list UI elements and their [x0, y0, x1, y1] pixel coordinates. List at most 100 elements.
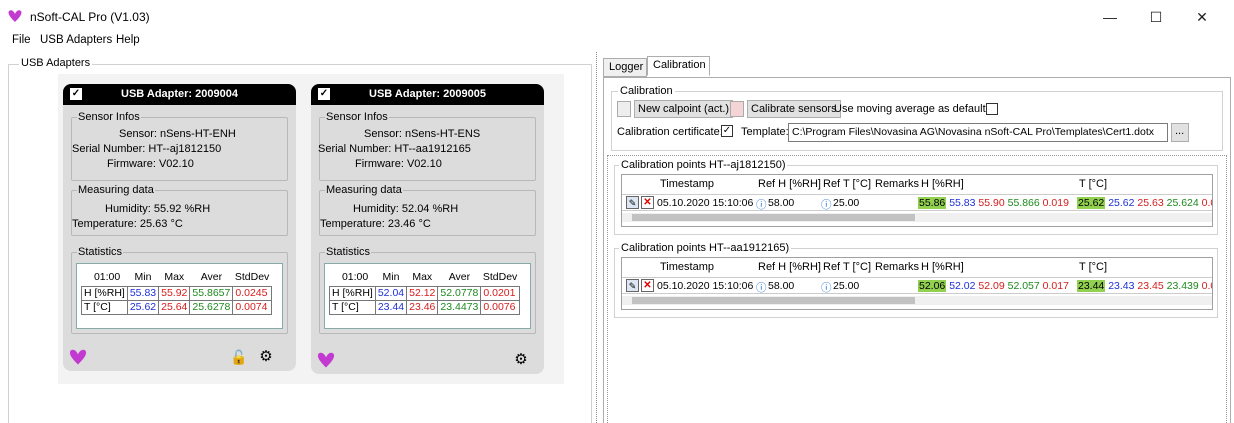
stats-stddev: 0.0201: [480, 285, 520, 301]
cell-h-values: 52.06 52.02 52.09 52.057 0.017: [918, 280, 1069, 292]
info-icon: ⓘ: [756, 199, 767, 211]
stats-aver: 23.4473: [437, 299, 482, 315]
stats-aver: 55.8657: [189, 285, 234, 301]
cell-t-values: 23.44 23.43 23.45 23.439 0.0: [1077, 280, 1212, 292]
settings-gear-icon[interactable]: ⚙: [256, 347, 276, 367]
stats-min: 23.44: [374, 299, 408, 315]
template-label: Template:: [741, 126, 789, 138]
menu-help[interactable]: Help: [116, 34, 140, 46]
stats-row-label: H [%RH]: [329, 285, 376, 301]
cell-timestamp: 05.10.2020 15:10:06: [657, 280, 754, 292]
stats-col-stddev: StdDev: [482, 270, 518, 283]
edit-pencil-icon[interactable]: ✎: [626, 279, 639, 292]
unlock-icon[interactable]: 🔓: [229, 347, 249, 367]
menu-file[interactable]: File: [12, 34, 31, 46]
cell-ref-h[interactable]: 58.00: [768, 197, 794, 209]
stats-max: 52.12: [406, 285, 439, 301]
sensor-info-section: Sensor Infos Sensor: nSens-HT-ENH Serial…: [71, 111, 288, 181]
t-current: 25.62: [1077, 197, 1106, 209]
horizontal-scrollbar[interactable]: [622, 213, 1212, 222]
t-max: 23.45: [1137, 280, 1164, 292]
cell-ref-t[interactable]: 25.00: [833, 280, 859, 292]
splitter[interactable]: [596, 52, 597, 423]
t-stddev: 0.0: [1201, 280, 1212, 292]
measuring-data-section: Measuring data Humidity: 55.92 %RH Tempe…: [71, 184, 288, 236]
delete-x-icon[interactable]: ✕: [641, 279, 654, 292]
moving-avg-label: Use moving average as default:: [834, 103, 989, 115]
maximize-button[interactable]: ☐: [1136, 4, 1176, 30]
template-path-input[interactable]: C:\Program Files\Novasina AG\Novasina nS…: [788, 123, 1168, 142]
stats-col-stddev: StdDev: [234, 270, 270, 283]
close-button[interactable]: ✕: [1182, 4, 1222, 30]
statistics-table: 01:00 Min Max Aver StdDev H [%RH] 52.04 …: [329, 268, 520, 315]
info-icon: ⓘ: [756, 282, 767, 294]
calpoint-grid: Timestamp Ref H [%RH] Ref T [°C] Remarks H […: [621, 174, 1213, 227]
title-bar: nSoft-CAL Pro (V1.03) — ☐ ✕: [0, 0, 1234, 32]
adapter-card: ✓ USB Adapter: 2009004 Sensor Infos Sens…: [63, 84, 296, 371]
t-aver: 23.439: [1166, 280, 1199, 292]
menu-usb-adapters[interactable]: USB Adapters: [40, 34, 112, 46]
sensor-name: Sensor: nSens-HT-ENH: [119, 128, 236, 140]
new-calpoint-button[interactable]: New calpoint (act.): [634, 100, 734, 118]
cert-checkbox[interactable]: ✓: [721, 125, 733, 137]
info-icon: ⓘ: [821, 199, 832, 211]
t-min: 25.62: [1108, 197, 1135, 209]
browse-button[interactable]: ...: [1171, 123, 1189, 142]
stats-min: 55.83: [126, 285, 160, 301]
horizontal-scrollbar[interactable]: [622, 296, 1212, 305]
firmware-version: Firmware: V02.10: [107, 158, 194, 170]
tab-logger[interactable]: Logger: [603, 58, 647, 77]
cell-ref-t[interactable]: 25.00: [833, 197, 859, 209]
novasina-logo-icon[interactable]: [316, 350, 336, 370]
settings-gear-icon[interactable]: ⚙: [511, 350, 531, 370]
stats-aver: 25.6278: [189, 299, 234, 315]
measuring-data-legend: Measuring data: [325, 184, 403, 196]
moving-avg-checkbox[interactable]: [986, 103, 998, 115]
adapter-header: ✓ USB Adapter: 2009004: [63, 84, 296, 105]
calibration-legend: Calibration: [618, 85, 675, 97]
sensor-info-legend: Sensor Infos: [325, 111, 389, 123]
firmware-version: Firmware: V02.10: [355, 158, 442, 170]
menu-bar: File USB Adapters Help: [0, 32, 1234, 50]
stats-col-aver: Aver: [200, 270, 223, 283]
cell-ref-h[interactable]: 58.00: [768, 280, 794, 292]
h-current: 52.06: [918, 280, 947, 292]
cert-label: Calibration certificate:: [617, 126, 723, 138]
h-min: 52.02: [949, 280, 976, 292]
statistics-table: 01:00 Min Max Aver StdDev H [%RH] 55.83 …: [81, 268, 272, 315]
statistics-section: Statistics 01:00 Min Max Aver StdDev H […: [319, 246, 536, 334]
calpoint-row[interactable]: ✎ ✕ 05.10.2020 15:10:06 ⓘ 58.00 ⓘ 25.00 …: [622, 194, 1212, 211]
h-max: 52.09: [978, 280, 1005, 292]
app-logo-icon: [8, 10, 22, 22]
scrollbar-thumb[interactable]: [632, 297, 915, 304]
adapter-card: ✓ USB Adapter: 2009005 Sensor Infos Sens…: [311, 84, 544, 374]
cell-timestamp: 05.10.2020 15:10:06: [657, 197, 754, 209]
stats-aver: 52.0778: [437, 285, 482, 301]
sensor-info-legend: Sensor Infos: [77, 111, 141, 123]
calpoint-row[interactable]: ✎ ✕ 05.10.2020 15:10:06 ⓘ 58.00 ⓘ 25.00 …: [622, 277, 1212, 294]
stats-col-max: Max: [164, 270, 185, 283]
delete-x-icon[interactable]: ✕: [641, 196, 654, 209]
tab-calibration[interactable]: Calibration: [647, 56, 710, 76]
sensor-info-section: Sensor Infos Sensor: nSens-HT-ENS Serial…: [318, 111, 536, 181]
minimize-button[interactable]: —: [1090, 4, 1130, 30]
t-min: 23.43: [1108, 280, 1135, 292]
stats-col-min: Min: [382, 270, 400, 283]
edit-pencil-icon[interactable]: ✎: [626, 196, 639, 209]
scrollbar-thumb[interactable]: [632, 214, 915, 221]
humidity-value: Humidity: 52.04 %RH: [353, 203, 459, 215]
t-stddev: 0.0: [1201, 197, 1212, 209]
calpoint-disabled-icon: [617, 101, 631, 117]
calpoint-group-legend: Calibration points HT--aj1812150): [619, 159, 788, 171]
stats-col-aver: Aver: [448, 270, 471, 283]
h-stddev: 0.017: [1042, 280, 1069, 292]
novasina-logo-icon[interactable]: [68, 347, 88, 367]
delete-calpoint-icon[interactable]: [730, 101, 744, 117]
serial-number: Serial Number: HT--aj1812150: [72, 143, 222, 155]
serial-number: Serial Number: HT--aa1912165: [318, 143, 471, 155]
calibrate-sensors-button[interactable]: Calibrate sensors: [747, 100, 841, 118]
adapter-footer: ⚙: [311, 346, 544, 374]
h-max: 55.90: [978, 197, 1005, 209]
sensor-name: Sensor: nSens-HT-ENS: [364, 128, 481, 140]
statistics-legend: Statistics: [77, 246, 124, 258]
